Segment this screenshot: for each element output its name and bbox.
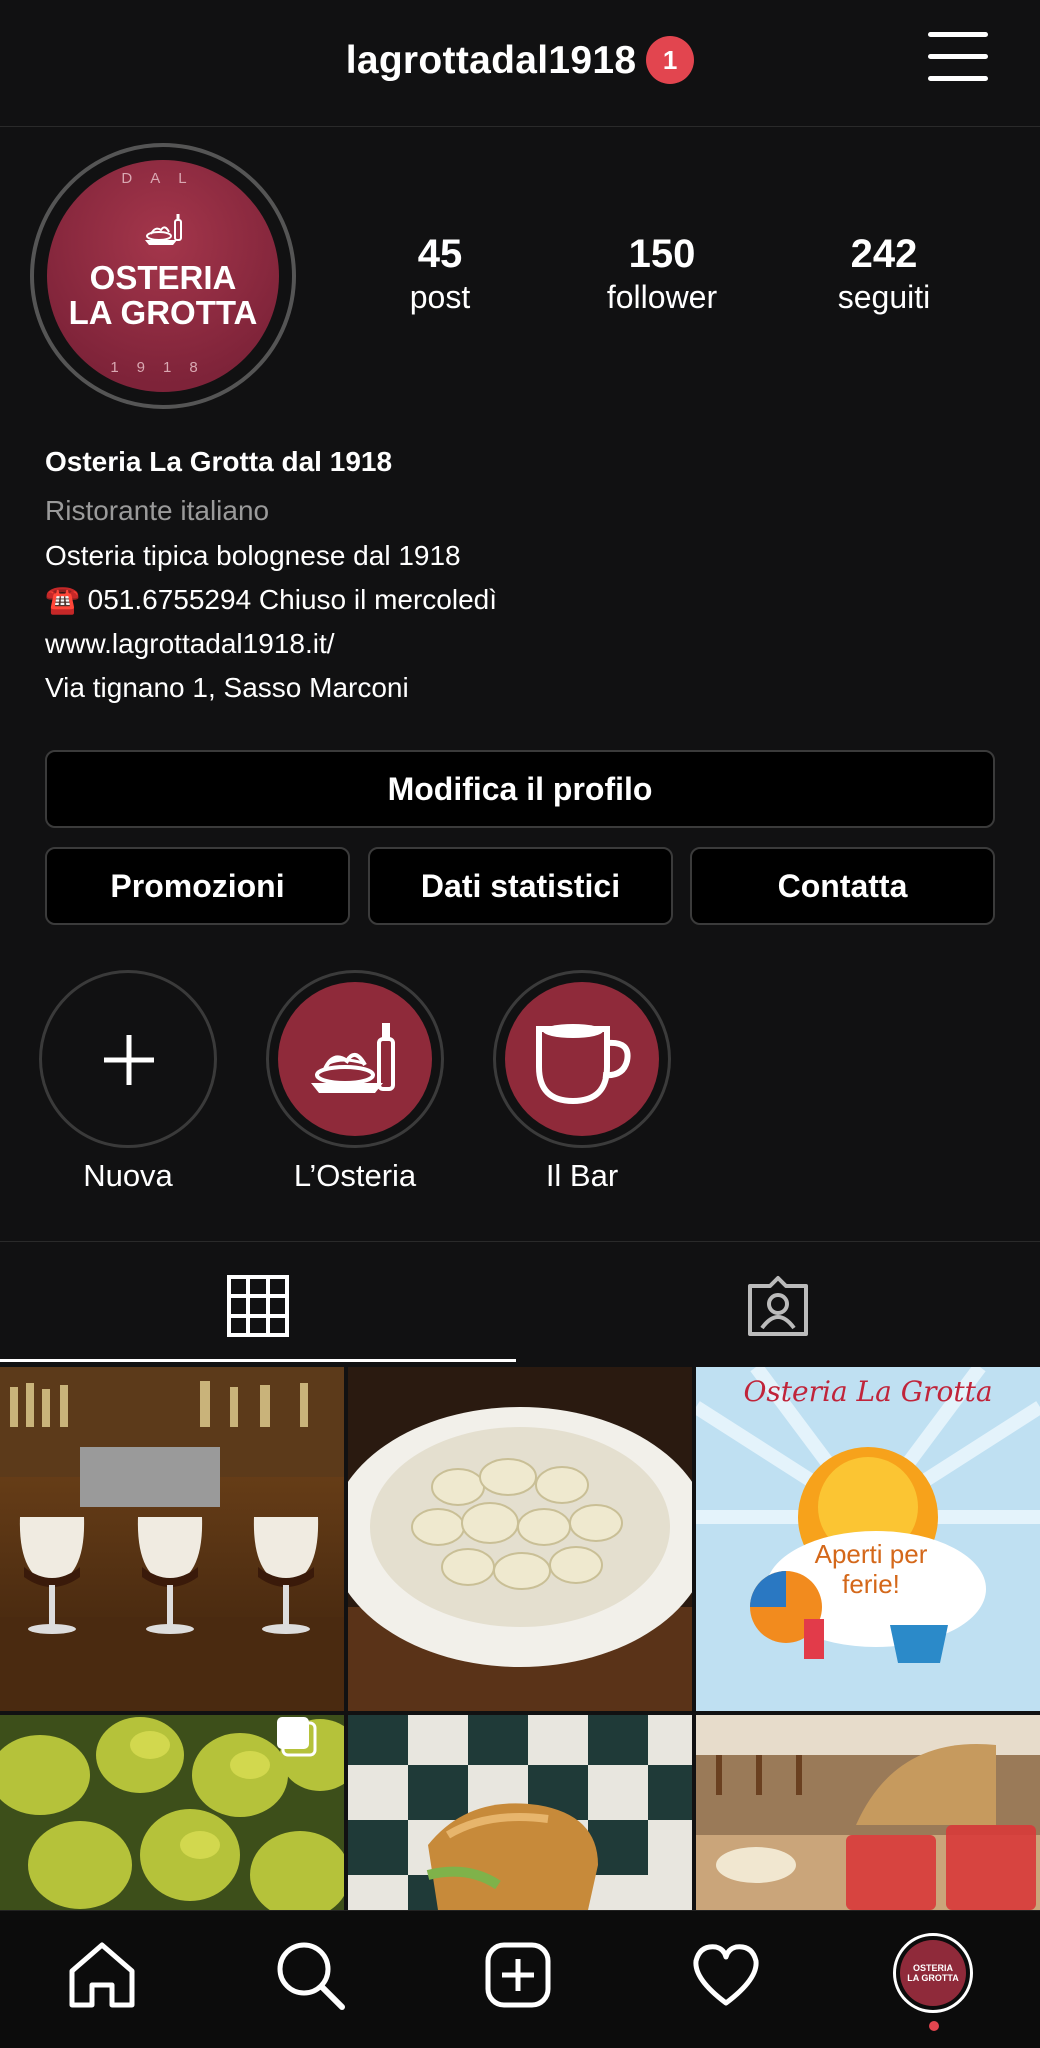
followers-label: follower	[606, 279, 718, 315]
top-bar: lagrottadal1918 1	[0, 0, 1040, 127]
insights-button[interactable]: Dati statistici	[368, 847, 673, 925]
plus-icon	[104, 1035, 154, 1085]
bio-phone: ☎️ 051.6755294 Chiuso il mercoledì	[45, 584, 498, 615]
activity-heart-icon[interactable]	[686, 1935, 766, 2015]
poster-title: Osteria La Grotta	[743, 1375, 993, 1408]
post-thumbnail[interactable]	[0, 1367, 344, 1711]
bio-address: Via tignano 1, Sasso Marconi	[45, 672, 409, 703]
profile-avatar[interactable]: DAL OSTERIA LA GROTTA 1918	[30, 143, 296, 409]
spritz-bar-photo	[696, 1715, 1040, 1910]
tortellini-photo	[348, 1367, 692, 1711]
post-thumbnail[interactable]	[696, 1715, 1040, 1910]
nav-avatar-line2: LA GROTTA	[907, 1973, 959, 1983]
highlight-label: Nuova	[83, 1158, 173, 1193]
username-header[interactable]: lagrottadal1918 1	[0, 36, 1040, 84]
search-icon[interactable]	[270, 1935, 350, 2015]
grid-icon[interactable]	[226, 1274, 290, 1338]
promotions-button[interactable]: Promozioni	[45, 847, 350, 925]
active-tab-indicator	[0, 1359, 516, 1362]
stat-followers[interactable]: 150 follower	[562, 232, 762, 316]
bottom-navigation: OSTERIA LA GROTTA	[0, 1910, 1040, 2048]
posts-count: 45	[417, 232, 463, 276]
tagged-icon[interactable]	[744, 1272, 812, 1340]
highlight-label: L’Osteria	[293, 1158, 417, 1193]
bar-drinks-photo	[0, 1367, 344, 1711]
website-link[interactable]: www.lagrottadal1918.it/	[45, 624, 335, 664]
highlight-new[interactable]: Nuova	[38, 970, 218, 1194]
profile-category: Ristorante italiano	[45, 495, 270, 526]
posts-label: post	[409, 279, 471, 315]
post-thumbnail[interactable]: Osteria La Grotta Aperti per ferie!	[696, 1367, 1040, 1711]
dish-wine-icon	[311, 1023, 395, 1093]
new-post-icon[interactable]	[478, 1935, 558, 2015]
dish-wine-icon	[145, 214, 182, 245]
profile-tabs	[0, 1241, 1040, 1365]
logo-year-text: 1918	[110, 359, 216, 376]
stat-following[interactable]: 242 seguiti	[784, 232, 984, 316]
post-thumbnail[interactable]	[348, 1715, 692, 1910]
contact-button[interactable]: Contatta	[690, 847, 995, 925]
nav-avatar-line1: OSTERIA	[912, 1963, 953, 1973]
avatar-logo: DAL OSTERIA LA GROTTA 1918	[47, 160, 279, 392]
post-thumbnail[interactable]	[348, 1367, 692, 1711]
hamburger-menu-icon[interactable]	[928, 32, 988, 86]
profile-tab-avatar[interactable]: OSTERIA LA GROTTA	[893, 1933, 973, 2013]
poster-caption: Aperti per ferie!	[814, 1539, 928, 1599]
highlight-bar[interactable]: Il Bar	[492, 970, 672, 1194]
highlight-osteria[interactable]: L’Osteria	[265, 970, 445, 1194]
coffee-cup-icon	[536, 1024, 631, 1105]
pears-photo	[0, 1715, 344, 1910]
logo-dal-text: DAL	[121, 170, 205, 187]
edit-profile-button[interactable]: Modifica il profilo	[45, 750, 995, 828]
stat-posts[interactable]: 45 post	[340, 232, 540, 316]
post-thumbnail[interactable]	[0, 1715, 344, 1910]
profile-active-dot	[929, 2021, 939, 2031]
following-label: seguiti	[837, 279, 931, 315]
followers-count: 150	[628, 232, 696, 276]
home-icon[interactable]	[62, 1935, 142, 2015]
notification-badge: 1	[646, 36, 695, 84]
croissant-photo	[348, 1715, 692, 1910]
following-count: 242	[850, 232, 918, 276]
profile-name: Osteria La Grotta dal 1918	[45, 446, 393, 477]
username-text: lagrottadal1918	[345, 39, 637, 82]
highlight-label: Il Bar	[545, 1158, 619, 1193]
logo-name: OSTERIA LA GROTTA	[68, 259, 258, 331]
bio-description: Osteria tipica bolognese dal 1918	[45, 540, 461, 571]
